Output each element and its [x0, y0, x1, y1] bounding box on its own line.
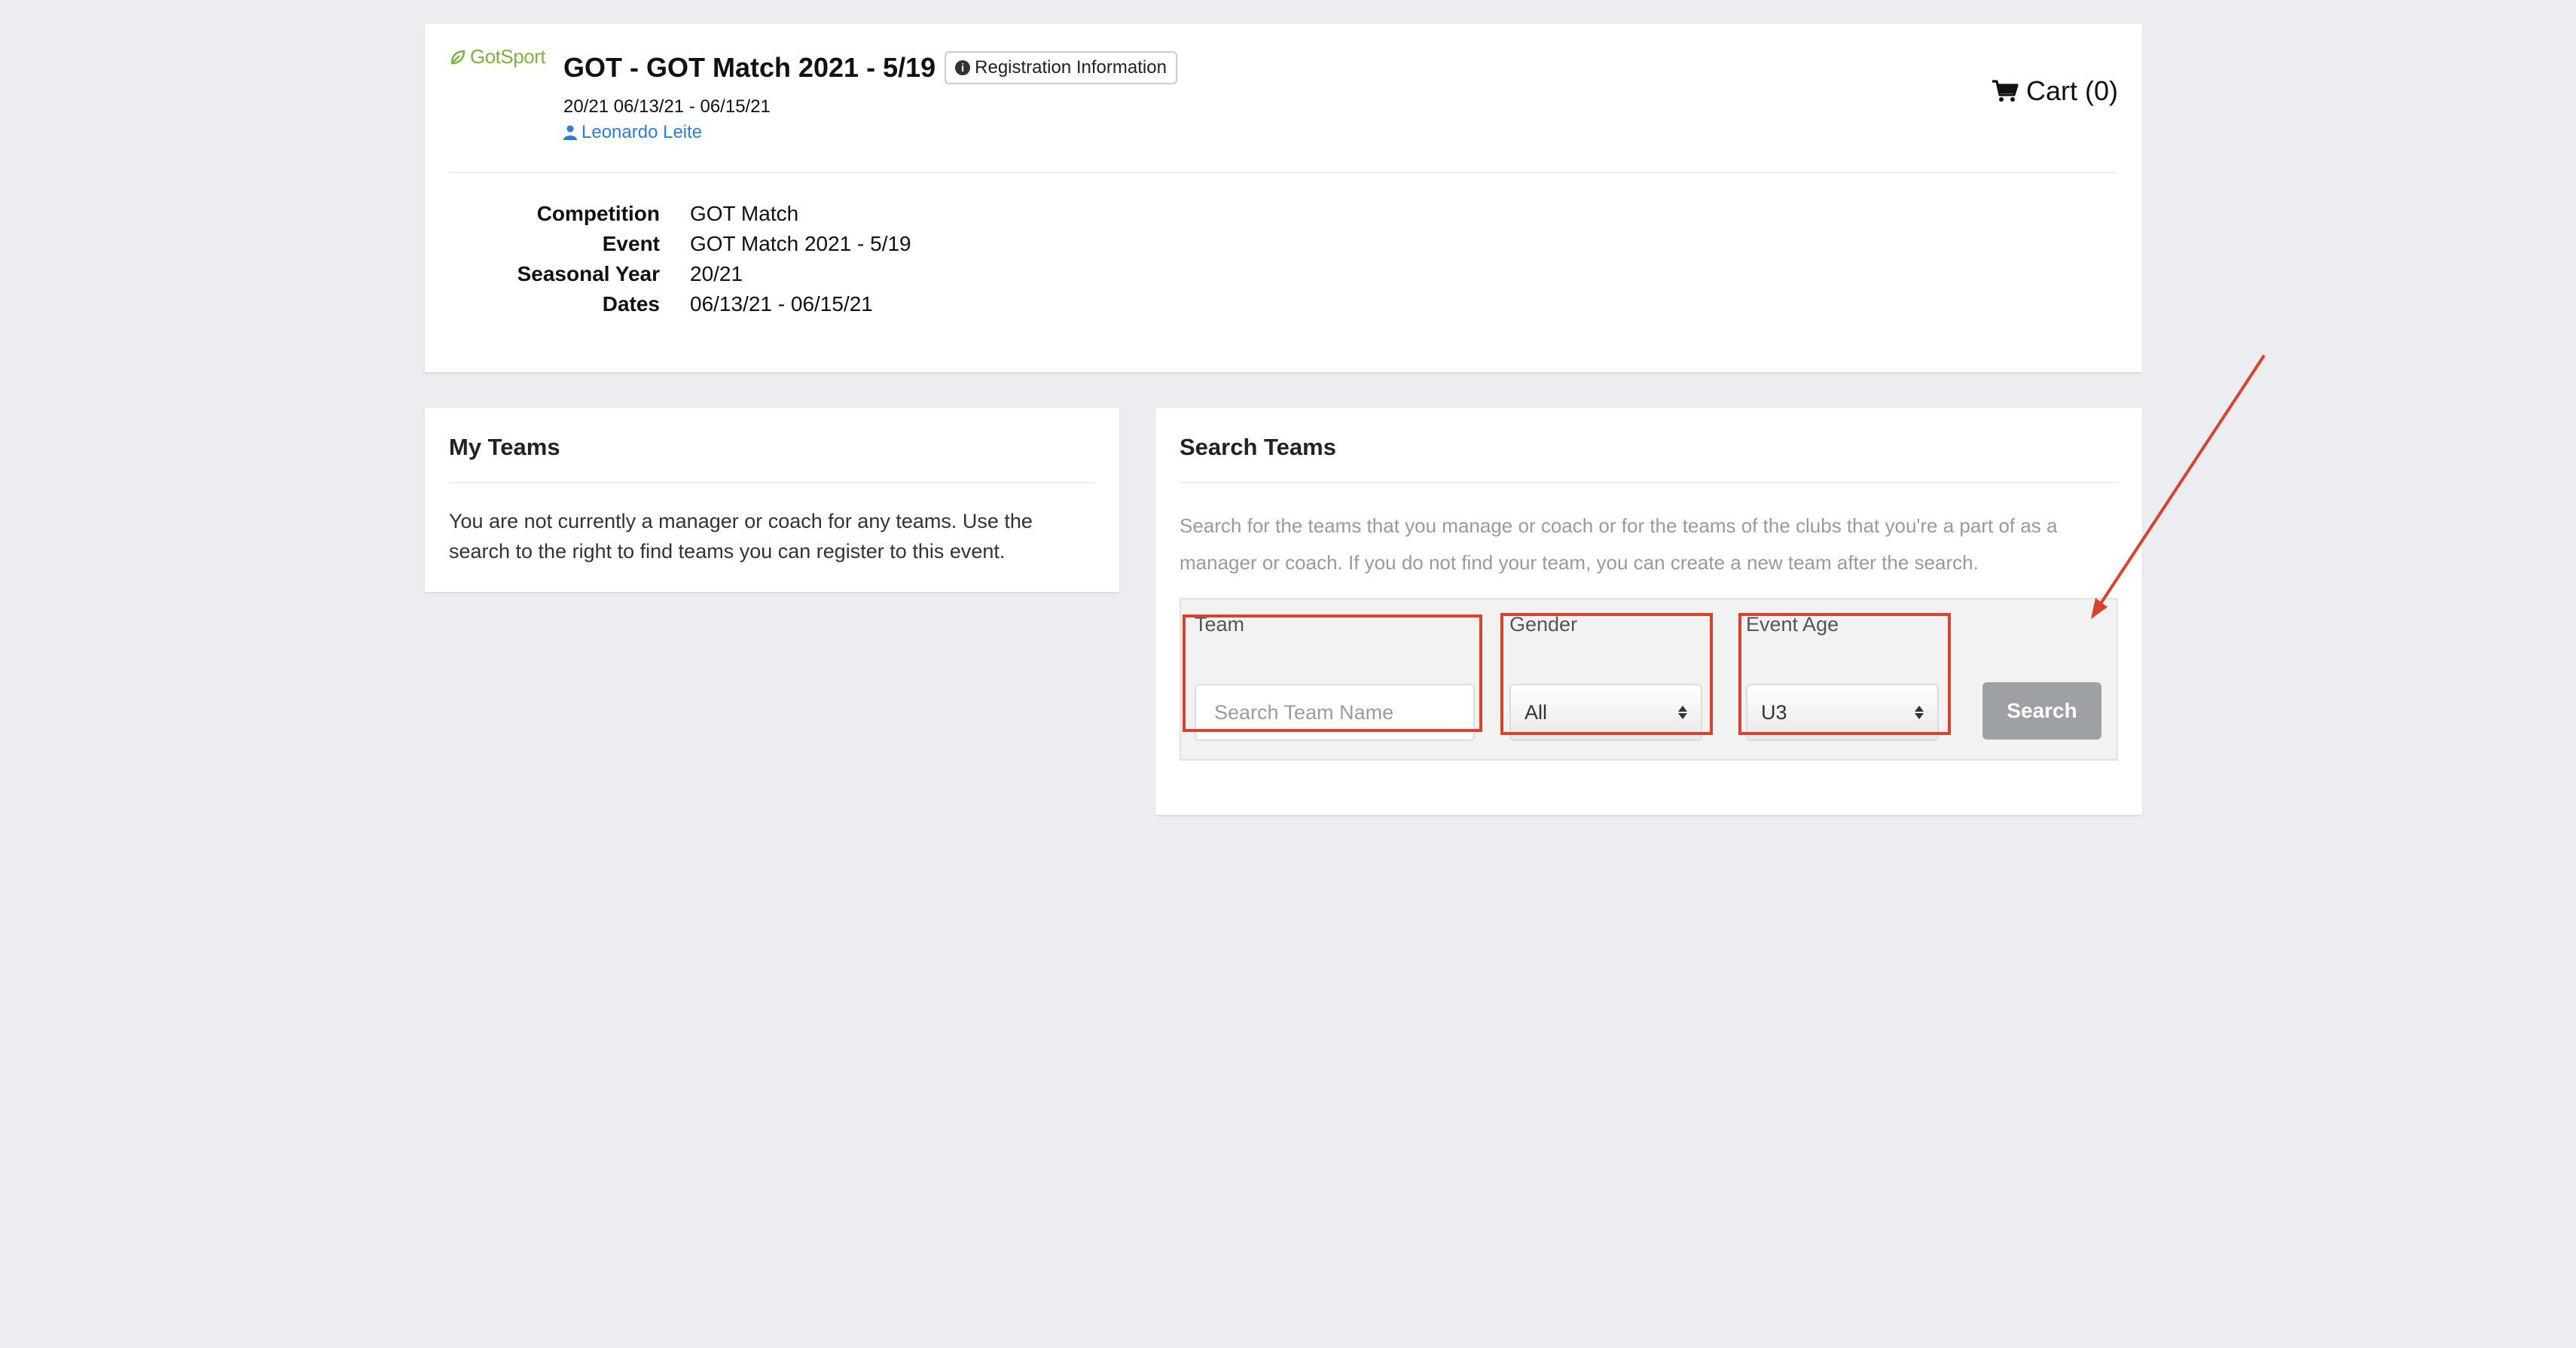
- header-divider: [449, 172, 2118, 173]
- gotsport-logo[interactable]: GotSport: [449, 45, 546, 69]
- detail-value: GOT Match 2021 - 5/19: [690, 232, 911, 255]
- logo-text: GotSport: [470, 45, 546, 68]
- event-details-table: Competition GOT Match Event GOT Match 20…: [425, 199, 911, 319]
- info-icon: i: [955, 60, 971, 75]
- detail-row-competition: Competition GOT Match: [425, 199, 911, 229]
- page: GotSport GOT - GOT Match 2021 - 5/19 i R…: [0, 0, 2576, 1348]
- annotation-box-team: [1183, 615, 1482, 732]
- organizer-name: Leonardo Leite: [581, 122, 703, 142]
- search-teams-divider: [1180, 482, 2118, 483]
- event-subtitle: 20/21 06/13/21 - 06/15/21: [563, 96, 771, 117]
- my-teams-title: My Teams: [449, 434, 560, 460]
- search-teams-description: Search for the teams that you manage or …: [1180, 514, 2058, 574]
- event-title-row: GOT - GOT Match 2021 - 5/19 i Registrati…: [563, 51, 1177, 84]
- detail-value: 20/21: [690, 262, 743, 285]
- user-icon: [563, 125, 577, 140]
- my-teams-card: My Teams You are not currently a manager…: [425, 408, 1119, 592]
- organizer-link[interactable]: Leonardo Leite: [563, 122, 702, 143]
- detail-row-seasonal-year: Seasonal Year 20/21: [425, 259, 911, 289]
- detail-key: Competition: [536, 202, 660, 225]
- detail-key: Event: [602, 232, 660, 255]
- shopping-cart-icon: [1992, 80, 2019, 102]
- cart-label: Cart (0): [2025, 75, 2118, 106]
- annotation-box-event-age: [1738, 613, 1951, 735]
- search-teams-card: Search Teams Search for the teams that y…: [1155, 408, 2142, 815]
- detail-row-event: Event GOT Match 2021 - 5/19: [425, 229, 911, 259]
- registration-info-button[interactable]: i Registration Information: [945, 51, 1177, 84]
- detail-row-dates: Dates 06/13/21 - 06/15/21: [425, 289, 911, 319]
- leaf-icon: [450, 50, 465, 64]
- my-teams-divider: [449, 482, 1095, 483]
- detail-value: GOT Match: [690, 202, 799, 225]
- cart-button[interactable]: Cart (0): [1992, 75, 2118, 107]
- my-teams-message: You are not currently a manager or coach…: [449, 510, 1033, 563]
- event-header-card: GotSport GOT - GOT Match 2021 - 5/19 i R…: [425, 24, 2142, 372]
- detail-key: Dates: [602, 292, 660, 316]
- registration-info-label: Registration Information: [975, 57, 1167, 78]
- search-teams-title: Search Teams: [1180, 434, 1336, 460]
- detail-key: Seasonal Year: [517, 262, 660, 285]
- annotation-box-gender: [1500, 613, 1713, 735]
- search-button[interactable]: Search: [1982, 682, 2101, 740]
- page-title: GOT - GOT Match 2021 - 5/19: [563, 52, 936, 83]
- detail-value: 06/13/21 - 06/15/21: [690, 292, 873, 316]
